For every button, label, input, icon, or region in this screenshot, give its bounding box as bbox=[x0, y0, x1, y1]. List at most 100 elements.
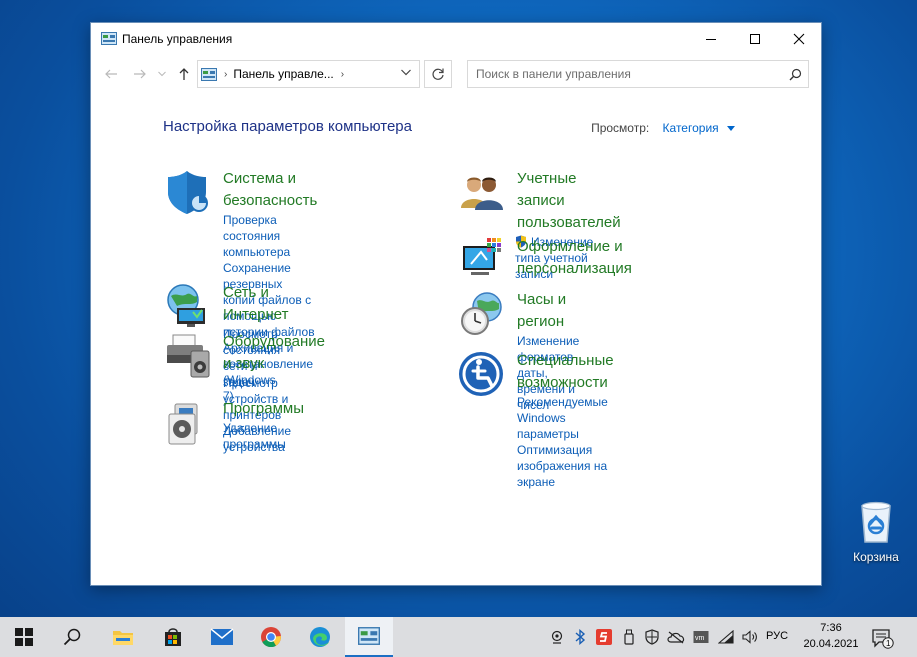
tray-webcam[interactable] bbox=[548, 629, 566, 645]
chrome-icon bbox=[261, 627, 281, 648]
notification-count: 1 bbox=[886, 639, 891, 648]
wifi-icon bbox=[718, 630, 734, 644]
tray-vm[interactable]: vm bbox=[692, 629, 710, 645]
category-title[interactable]: Учетные записи bbox=[517, 168, 621, 212]
taskbar-chrome[interactable] bbox=[247, 617, 295, 657]
task-link[interactable]: Оптимизация изображения на экране bbox=[517, 442, 614, 490]
up-button[interactable] bbox=[174, 64, 194, 84]
task-link[interactable]: Рекомендуемые Windows параметры bbox=[517, 394, 614, 442]
maximize-button[interactable] bbox=[732, 23, 778, 55]
task-link[interactable]: Проверка состояния компьютера bbox=[223, 212, 317, 260]
view-selector: Просмотр: Категория bbox=[591, 121, 735, 135]
category-title[interactable]: пользователей bbox=[517, 212, 621, 234]
minimize-button[interactable] bbox=[688, 23, 734, 55]
svg-text:vm: vm bbox=[695, 635, 705, 642]
tray-volume[interactable] bbox=[741, 629, 759, 645]
printer-icon[interactable] bbox=[163, 331, 211, 379]
taskbar-search-button[interactable] bbox=[48, 617, 96, 657]
file-explorer-icon bbox=[113, 631, 133, 645]
tray-app[interactable] bbox=[595, 629, 613, 645]
refresh-icon bbox=[432, 68, 444, 80]
notification-center-button[interactable]: 1 bbox=[872, 629, 894, 654]
view-dropdown[interactable]: Категория bbox=[663, 121, 719, 135]
bluetooth-icon bbox=[575, 629, 586, 645]
up-arrow-icon bbox=[179, 68, 189, 80]
vmware-icon: vm bbox=[693, 631, 709, 643]
refresh-button[interactable] bbox=[424, 60, 452, 88]
tray-security[interactable] bbox=[643, 629, 661, 645]
defender-shield-icon bbox=[645, 629, 659, 645]
usb-drive-icon bbox=[624, 629, 634, 645]
tray-usb[interactable] bbox=[620, 629, 638, 645]
appearance-icon[interactable] bbox=[457, 236, 505, 284]
store-icon bbox=[165, 628, 181, 646]
category-title[interactable]: Система и безопасность bbox=[223, 168, 317, 212]
tray-network[interactable] bbox=[717, 629, 735, 645]
control-panel-window: Панель управления › Панель управле... › … bbox=[90, 22, 822, 586]
users-icon[interactable] bbox=[457, 168, 505, 216]
taskbar-control-panel[interactable] bbox=[345, 617, 393, 657]
task-link[interactable]: Удаление программы bbox=[223, 420, 304, 452]
category-title[interactable]: Сеть и Интернет bbox=[223, 282, 288, 326]
search-input[interactable] bbox=[476, 61, 776, 87]
category-title[interactable]: Часы и регион bbox=[517, 289, 579, 333]
title-bar[interactable]: Панель управления bbox=[91, 23, 821, 55]
programs-icon[interactable] bbox=[163, 398, 211, 446]
page-title: Настройка параметров компьютера bbox=[163, 118, 412, 135]
forward-button[interactable] bbox=[130, 64, 150, 84]
shield-icon[interactable] bbox=[163, 168, 211, 216]
taskbar-file-explorer[interactable] bbox=[99, 617, 147, 657]
red-app-icon bbox=[596, 629, 612, 645]
control-panel-icon bbox=[201, 67, 217, 81]
category-title[interactable]: персонализация bbox=[517, 258, 632, 280]
breadcrumb-separator[interactable]: › bbox=[341, 69, 344, 80]
window-title: Панель управления bbox=[122, 32, 233, 46]
category-title[interactable]: Оборудование и звук bbox=[223, 331, 325, 375]
search-icon bbox=[63, 628, 81, 646]
back-arrow-icon bbox=[105, 69, 117, 79]
control-panel-icon bbox=[101, 32, 117, 45]
start-button[interactable] bbox=[0, 617, 48, 657]
minimize-icon bbox=[706, 39, 716, 40]
speaker-icon bbox=[742, 630, 757, 644]
category-title[interactable]: Специальные возможности bbox=[517, 350, 614, 394]
search-icon[interactable] bbox=[789, 68, 802, 81]
view-label: Просмотр: bbox=[591, 121, 650, 135]
webcam-icon bbox=[551, 630, 563, 644]
recycle-bin-label: Корзина bbox=[853, 550, 899, 564]
search-box[interactable] bbox=[467, 60, 809, 88]
back-button[interactable] bbox=[101, 64, 121, 84]
taskbar-store[interactable] bbox=[149, 617, 197, 657]
chevron-down-icon bbox=[158, 71, 166, 77]
clock-date: 20.04.2021 bbox=[803, 638, 859, 650]
recycle-bin-icon bbox=[861, 501, 891, 543]
forward-arrow-icon bbox=[134, 69, 146, 79]
edge-icon bbox=[310, 627, 330, 647]
navigation-bar: › Панель управле... › bbox=[91, 60, 823, 88]
close-button[interactable] bbox=[776, 23, 822, 55]
taskbar-clock[interactable]: 7:36 20.04.2021 bbox=[800, 620, 862, 652]
input-language[interactable]: РУС bbox=[766, 630, 788, 642]
recycle-bin-desktop-icon[interactable]: Корзина bbox=[848, 498, 904, 564]
breadcrumb-separator: › bbox=[224, 68, 228, 80]
tray-bluetooth[interactable] bbox=[571, 629, 589, 645]
taskbar-edge[interactable] bbox=[296, 617, 344, 657]
control-panel-icon bbox=[358, 627, 380, 645]
onedrive-off-icon bbox=[667, 631, 685, 644]
category-title[interactable]: Программы bbox=[223, 398, 304, 420]
tray-onedrive[interactable] bbox=[667, 629, 685, 645]
recent-locations-button[interactable] bbox=[152, 64, 172, 84]
clock-globe-icon[interactable] bbox=[457, 289, 505, 337]
category-title[interactable]: Оформление и bbox=[517, 236, 632, 258]
chevron-down-icon[interactable] bbox=[401, 69, 411, 76]
address-bar[interactable]: › Панель управле... › bbox=[197, 60, 420, 88]
maximize-icon bbox=[750, 34, 760, 44]
accessibility-icon[interactable] bbox=[457, 350, 505, 398]
start-icon bbox=[15, 628, 33, 646]
network-globe-icon[interactable] bbox=[163, 282, 211, 330]
taskbar: vm РУС 7:36 20.04.2021 1 bbox=[0, 617, 917, 657]
taskbar-mail[interactable] bbox=[198, 617, 246, 657]
breadcrumb[interactable]: Панель управле... bbox=[233, 67, 333, 81]
caret-down-icon[interactable] bbox=[727, 126, 735, 132]
close-icon bbox=[793, 33, 805, 45]
